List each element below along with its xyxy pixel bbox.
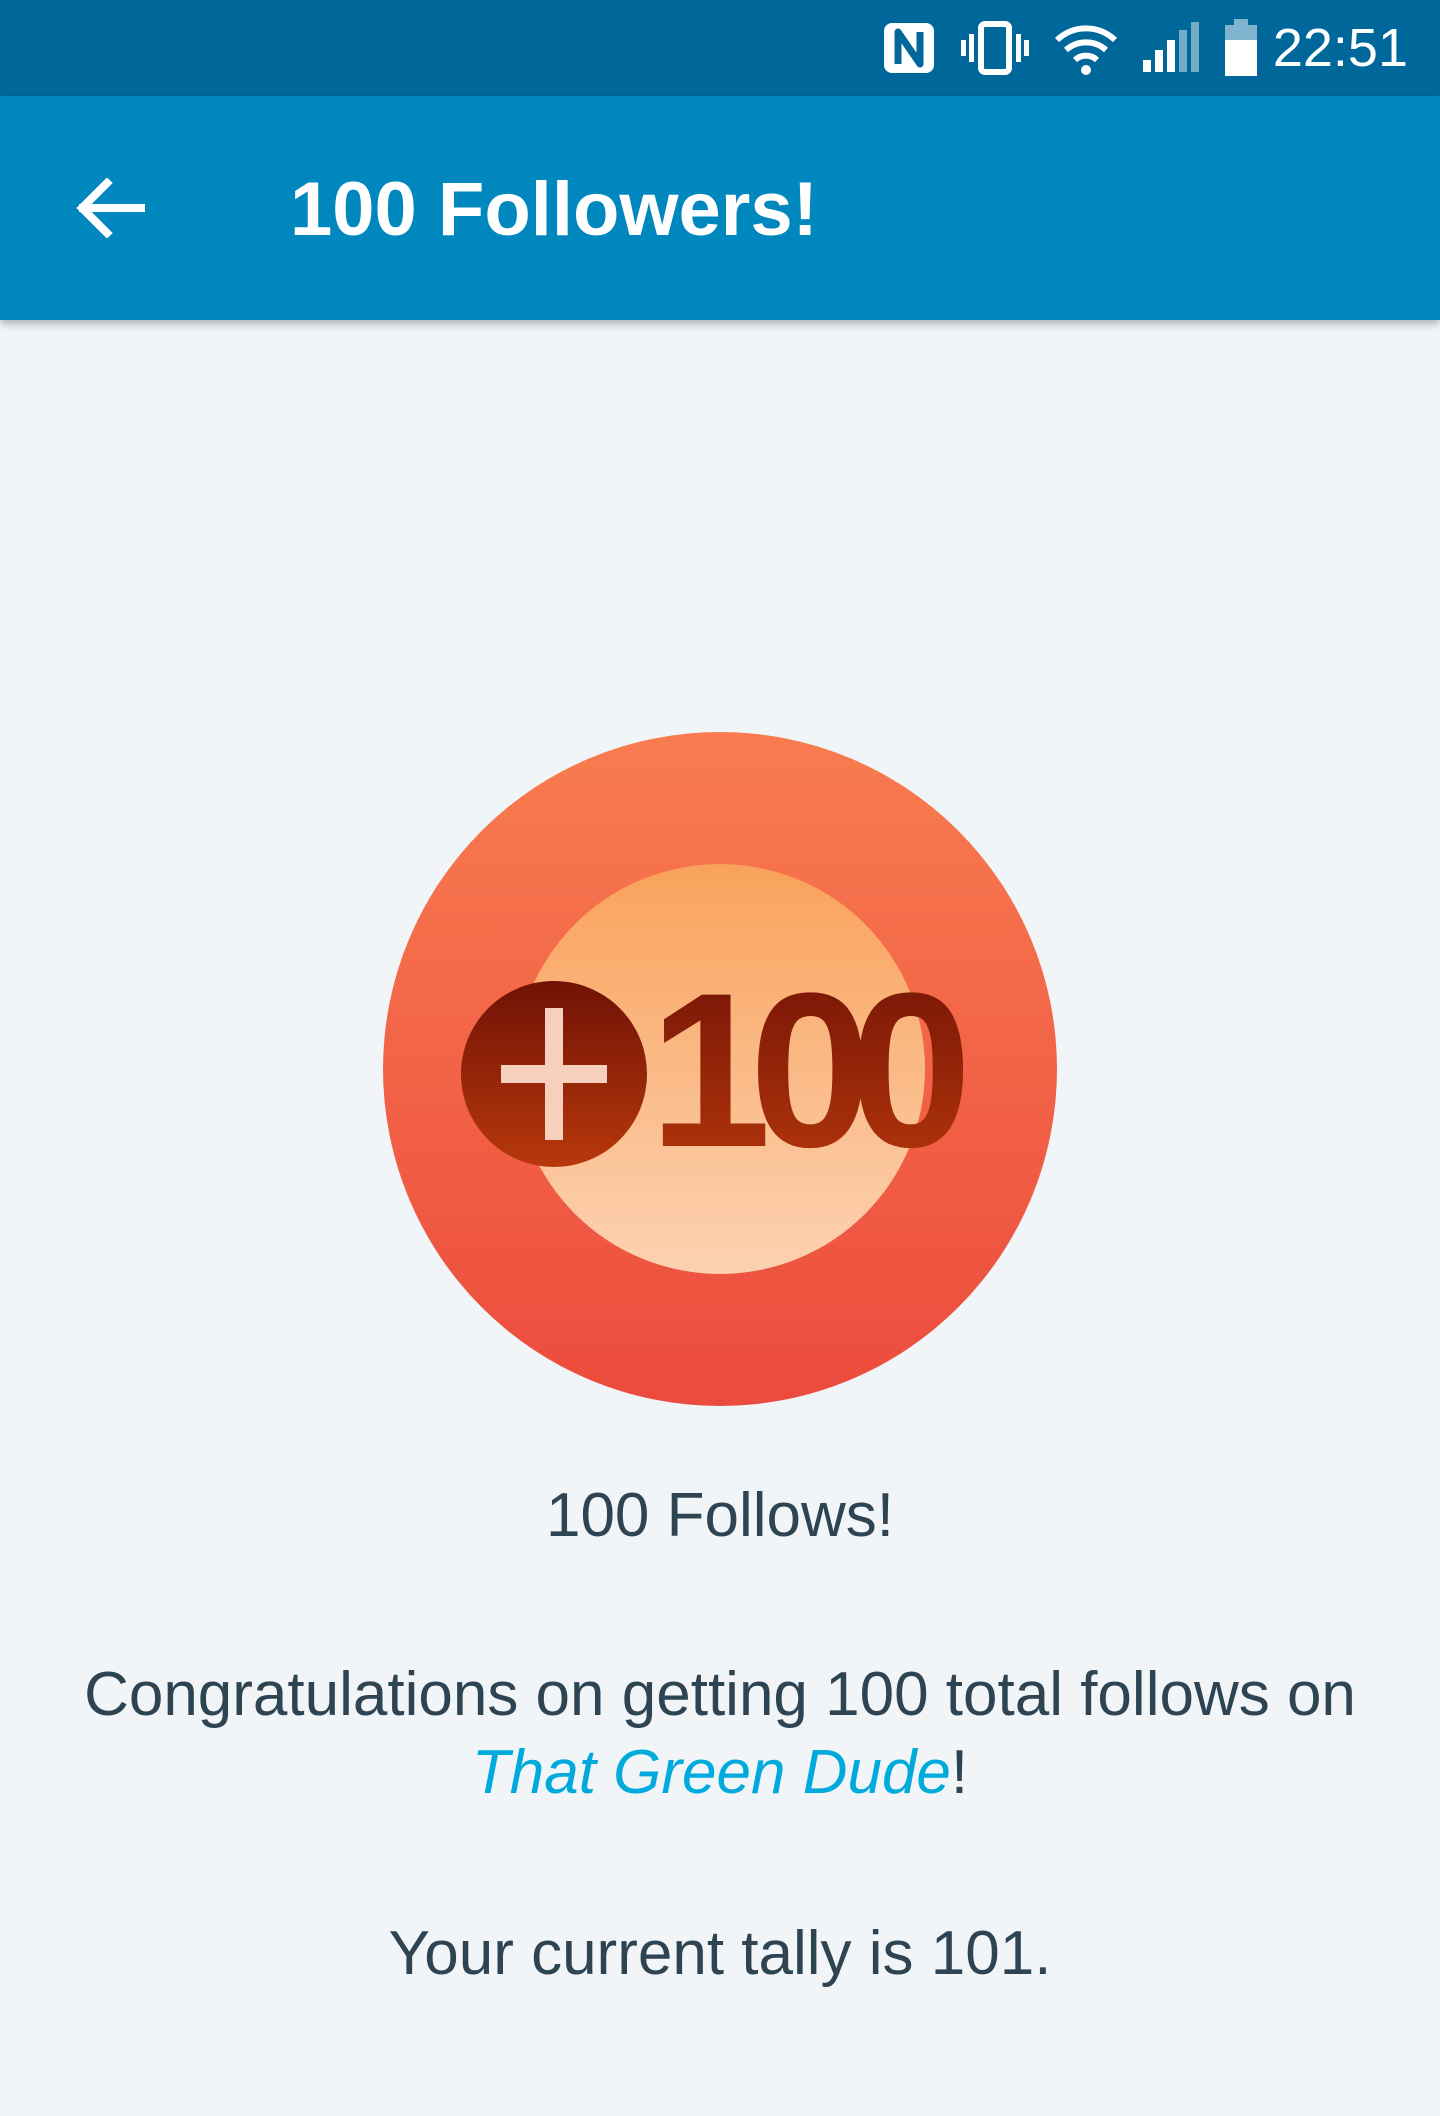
wifi-icon (1053, 20, 1119, 76)
status-bar: 22:51 (0, 0, 1440, 96)
vibrate-icon (959, 20, 1031, 76)
nfc-icon (881, 20, 937, 76)
plus-100-badge-icon: 100 (383, 732, 1057, 1406)
site-link[interactable]: That Green Dude (472, 1738, 951, 1807)
congratulations-message: Congratulations on getting 100 total fol… (60, 1656, 1380, 1812)
back-button[interactable] (58, 162, 162, 258)
achievement-title: 100 Follows! (545, 1481, 895, 1550)
status-time: 22:51 (1272, 18, 1408, 78)
page-title: 100 Followers! (290, 167, 818, 252)
arrow-left-icon (75, 176, 145, 243)
achievement-badge: 100 (383, 732, 1057, 1406)
svg-text:100: 100 (649, 947, 964, 1193)
tally-text: Your current tally is 101. (388, 1919, 1052, 1988)
app-bar: 100 Followers! (0, 96, 1440, 320)
message-prefix: Congratulations on getting 100 total fol… (84, 1660, 1356, 1729)
battery-icon (1223, 18, 1259, 78)
signal-icon (1141, 20, 1201, 76)
status-icons: 22:51 (881, 0, 1408, 96)
message-suffix: ! (950, 1738, 969, 1807)
